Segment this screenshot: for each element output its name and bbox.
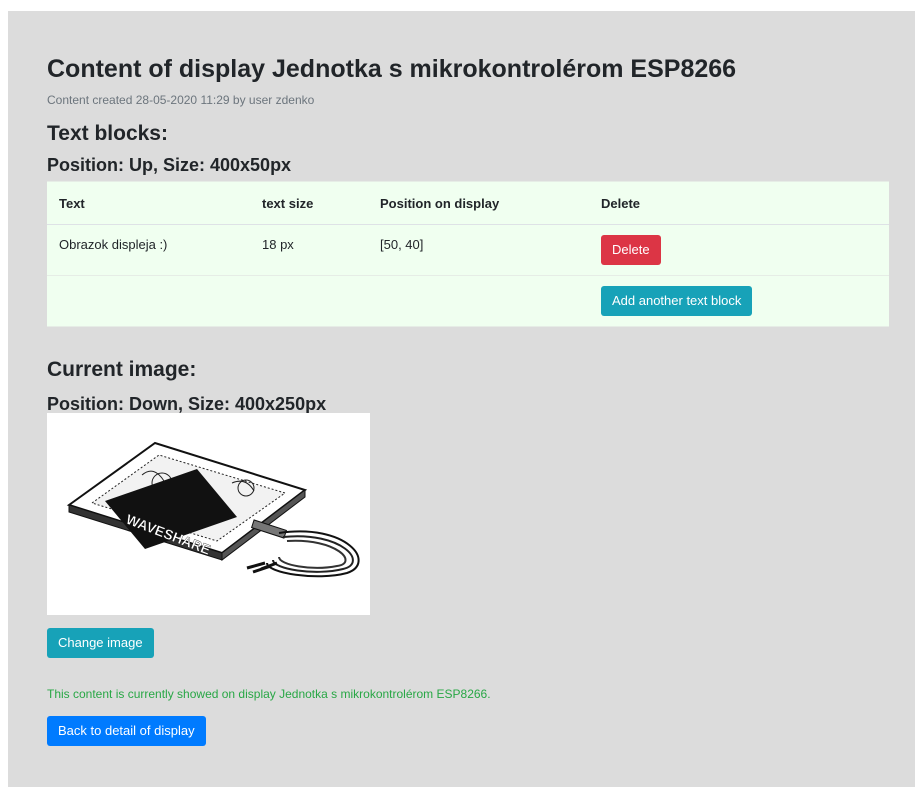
cell-position: [50, 40] [368,224,589,276]
status-message: This content is currently showed on disp… [47,687,491,701]
table-row: Obrazok displeja :) 18 px [50, 40] Delet… [47,224,889,276]
add-text-block-button[interactable]: Add another text block [601,286,753,316]
column-header-text: Text [47,181,250,225]
text-blocks-heading: Text blocks: [47,122,168,145]
table-header-row: Text text size Position on display Delet… [47,181,889,225]
content-panel: Content of display Jednotka s mikrokontr… [8,11,915,787]
empty-cell [47,275,250,327]
image-position: Position: Down, Size: 400x250px [47,394,327,414]
eink-display-illustration: WAVESHARE [66,441,360,578]
add-cell: Add another text block [589,275,889,327]
add-row: Add another text block [47,275,889,327]
text-blocks-position: Position: Up, Size: 400x50px [47,155,292,175]
column-header-delete: Delete [589,181,889,225]
column-header-size: text size [250,181,368,225]
cell-text: Obrazok displeja :) [47,224,250,276]
column-header-position: Position on display [368,181,589,225]
cell-delete: Delete [589,224,889,276]
change-image-button[interactable]: Change image [47,628,154,658]
empty-cell [250,275,368,327]
page-title: Content of display Jednotka s mikrokontr… [47,55,737,83]
delete-button[interactable]: Delete [601,235,661,265]
back-to-display-button[interactable]: Back to detail of display [47,716,206,746]
text-blocks-table: Text text size Position on display Delet… [47,181,889,327]
created-info: Content created 28-05-2020 11:29 by user… [47,93,315,107]
current-image-heading: Current image: [47,358,197,381]
empty-cell [368,275,589,327]
display-image: WAVESHARE [47,413,370,615]
cell-size: 18 px [250,224,368,276]
